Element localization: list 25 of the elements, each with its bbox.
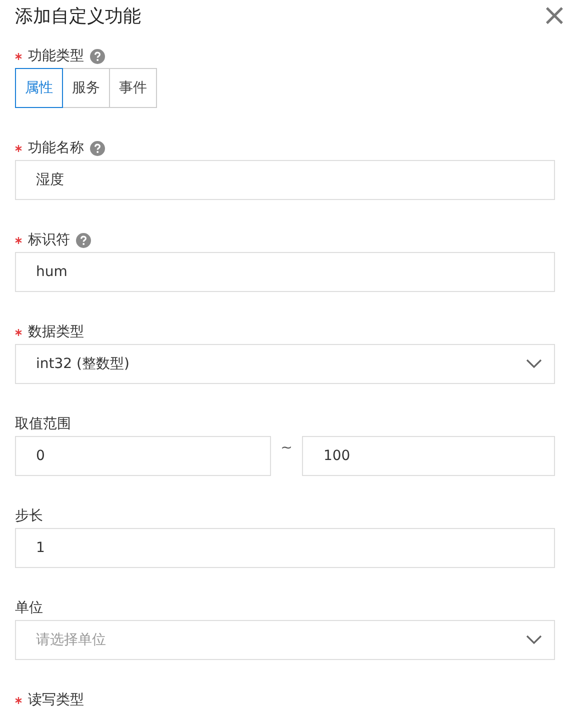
help-icon[interactable] [76,232,91,248]
input-field[interactable]: 0 [15,436,271,476]
chevron-down-icon [526,359,542,369]
field-label: 步长 [15,507,43,525]
input-field[interactable]: hum [15,252,555,292]
close-button[interactable]: × [542,1,567,31]
input-field[interactable]: 100 [302,436,555,476]
segment-tab[interactable]: 服务 [62,68,110,108]
input-field[interactable]: 1 [15,528,555,568]
select-field[interactable]: int32 (整数型) [15,344,555,384]
dialog-title: 添加自定义功能 [15,5,141,28]
input-field[interactable]: 湿度 [15,160,555,200]
field-label: 功能类型 [28,47,84,65]
segment-tab[interactable]: 事件 [109,68,157,108]
field-label: 标识符 [28,231,70,249]
field-label: 数据类型 [28,323,84,341]
range-separator: ~ [280,440,294,456]
field-label: 功能名称 [28,139,84,157]
chevron-down-icon [526,635,542,645]
segment-tab[interactable]: 属性 [15,68,63,108]
help-icon[interactable] [90,140,105,156]
field-label: 取值范围 [15,415,71,433]
field-label: 单位 [15,599,43,617]
field-label: 读写类型 [28,691,84,709]
help-icon[interactable] [90,48,105,64]
